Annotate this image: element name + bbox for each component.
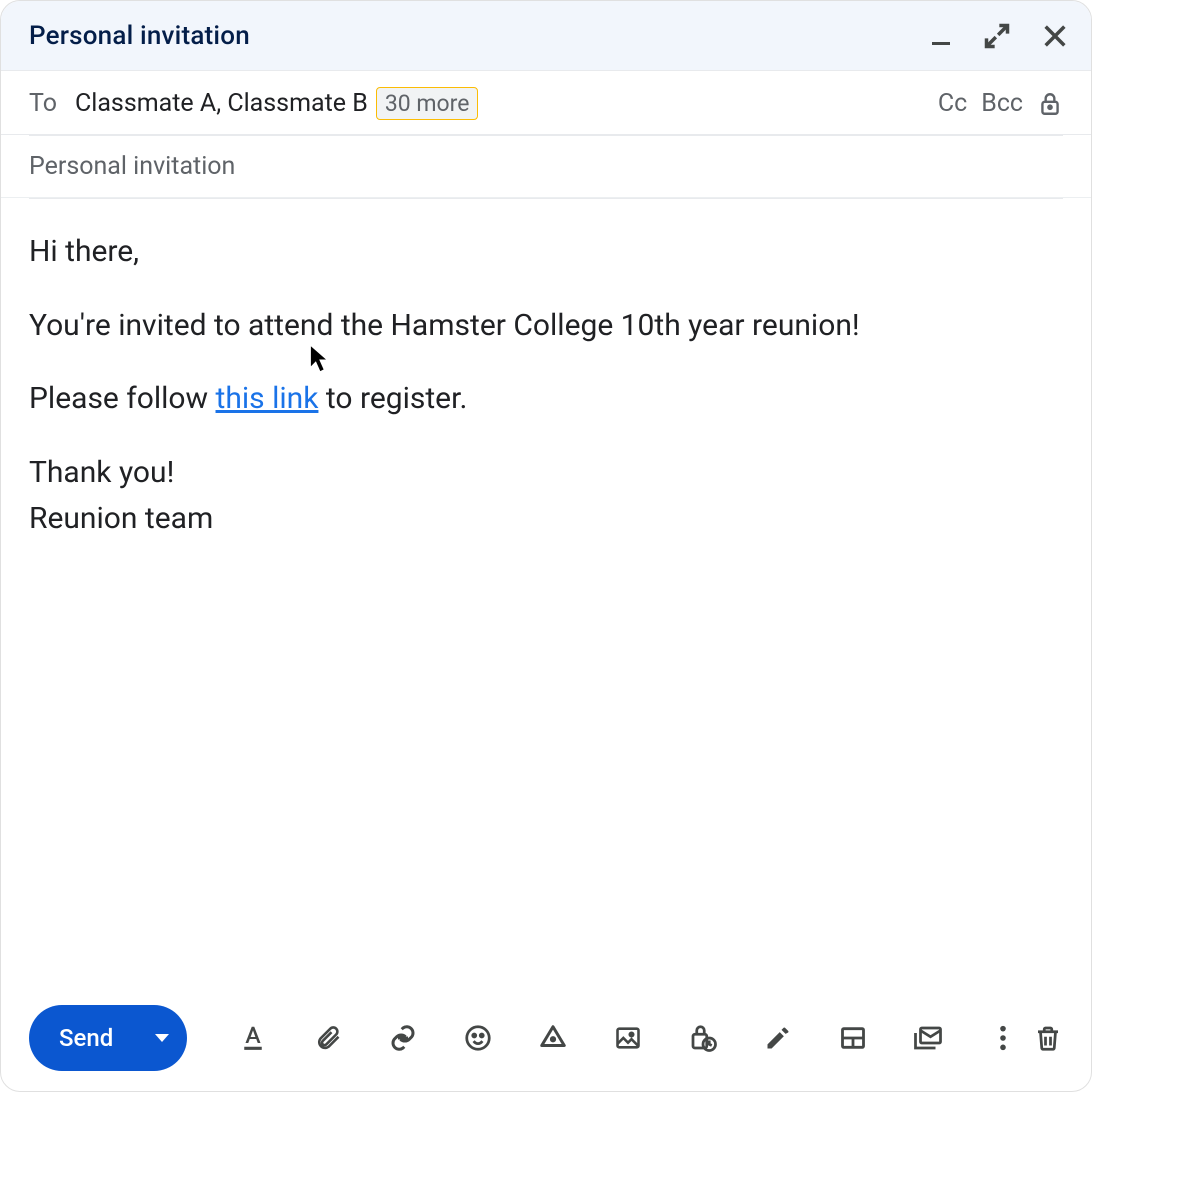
titlebar: Personal invitation — [1, 1, 1091, 71]
chevron-down-icon — [155, 1034, 169, 1042]
pen-icon — [764, 1024, 792, 1052]
subject-value: Personal invitation — [29, 152, 235, 181]
lock-button[interactable] — [1037, 91, 1063, 117]
minimize-icon — [929, 24, 953, 48]
text-format-button[interactable] — [235, 1020, 271, 1056]
to-label: To — [29, 89, 57, 118]
layout-icon — [839, 1024, 867, 1052]
paperclip-icon — [314, 1024, 342, 1052]
body-signature: Thank you! Reunion team — [29, 450, 1063, 543]
link-icon — [388, 1023, 418, 1053]
more-recipients-chip[interactable]: 30 more — [376, 87, 479, 120]
recipients-row[interactable]: To Classmate A, Classmate B 30 more Cc B… — [1, 71, 1091, 135]
compose-toolbar: Send — [1, 991, 1091, 1091]
text-format-icon — [238, 1023, 268, 1053]
recipient-names: Classmate A, Classmate B — [75, 89, 368, 118]
discard-draft-button[interactable] — [1033, 1023, 1063, 1053]
recipients-list[interactable]: Classmate A, Classmate B 30 more — [75, 87, 920, 120]
trash-icon — [1033, 1023, 1063, 1053]
minimize-button[interactable] — [929, 24, 953, 48]
message-body[interactable]: Hi there, You're invited to attend the H… — [1, 199, 1091, 991]
layout-button[interactable] — [835, 1020, 871, 1056]
send-button-label: Send — [59, 1024, 137, 1052]
close-icon — [1041, 22, 1069, 50]
attach-button[interactable] — [310, 1020, 346, 1056]
drive-button[interactable] — [535, 1020, 571, 1056]
image-icon — [614, 1024, 642, 1052]
emoji-button[interactable] — [460, 1020, 496, 1056]
body-line2: Please follow this link to register. — [29, 376, 1063, 422]
body-line2-post: to register. — [318, 381, 467, 416]
confidential-icon — [688, 1023, 718, 1053]
cc-bcc-group: Cc Bcc — [938, 89, 1063, 118]
insert-image-button[interactable] — [610, 1020, 646, 1056]
bcc-button[interactable]: Bcc — [981, 89, 1023, 118]
window-title: Personal invitation — [29, 21, 929, 51]
mail-icon — [913, 1023, 943, 1053]
signature-button[interactable] — [760, 1020, 796, 1056]
fullscreen-button[interactable] — [983, 22, 1011, 50]
cc-button[interactable]: Cc — [938, 89, 967, 118]
lock-icon — [1037, 91, 1063, 117]
body-line2-pre: Please follow — [29, 381, 216, 416]
more-options-button[interactable] — [985, 1020, 1021, 1056]
compose-window: Personal invitation To Classmate A, Clas… — [0, 0, 1092, 1092]
titlebar-controls — [929, 22, 1069, 50]
fullscreen-icon — [983, 22, 1011, 50]
insert-link-button[interactable] — [385, 1020, 421, 1056]
body-greeting: Hi there, — [29, 229, 1063, 275]
send-button[interactable]: Send — [29, 1005, 187, 1071]
formatting-icons — [235, 1020, 1021, 1056]
register-link[interactable]: this link — [216, 381, 319, 416]
mouse-cursor-icon — [309, 344, 331, 374]
drive-icon — [538, 1023, 568, 1053]
send-options-dropdown[interactable] — [137, 1005, 187, 1071]
close-button[interactable] — [1041, 22, 1069, 50]
body-line1: You're invited to attend the Hamster Col… — [29, 303, 1063, 349]
emoji-icon — [463, 1023, 493, 1053]
mail-button[interactable] — [910, 1020, 946, 1056]
subject-field[interactable]: Personal invitation — [1, 136, 1091, 198]
body-signoff: Reunion team — [29, 501, 213, 536]
more-options-icon — [999, 1024, 1007, 1052]
confidential-mode-button[interactable] — [685, 1020, 721, 1056]
body-thank: Thank you! — [29, 455, 174, 490]
